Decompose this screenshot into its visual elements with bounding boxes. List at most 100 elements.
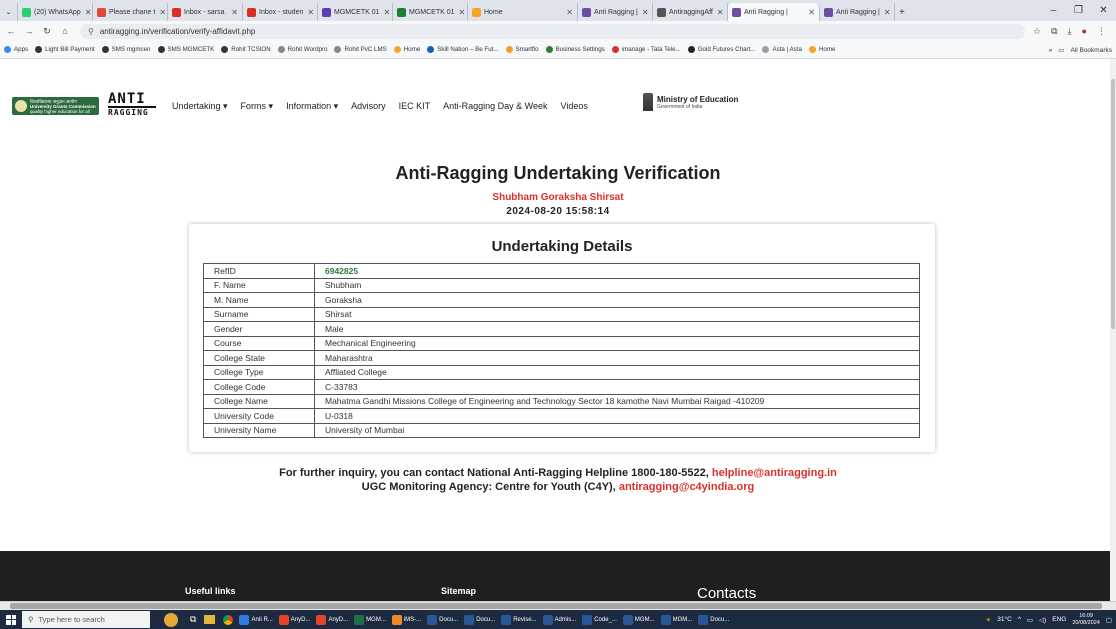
browser-tab[interactable]: Home ✕: [468, 3, 578, 21]
weather-icon[interactable]: ☀: [985, 616, 991, 624]
profile-icon[interactable]: ●: [1082, 26, 1087, 37]
maximize-icon[interactable]: ❐: [1066, 5, 1091, 16]
ugc-logo[interactable]: विश्वविद्यालय अनुदान आयोग University Gra…: [12, 97, 99, 115]
bookmark-item[interactable]: Rohit PvC LMS: [334, 46, 387, 53]
extensions-icon[interactable]: ⧉: [1051, 26, 1057, 37]
tab-search-button[interactable]: ⌄: [0, 3, 18, 21]
taskbar-app-label: Docu...: [710, 616, 730, 623]
bookmark-item[interactable]: Smartflo: [505, 46, 539, 53]
taskbar-app[interactable]: MGM...: [622, 614, 655, 625]
close-tab-icon[interactable]: ✕: [303, 8, 314, 17]
browser-tab[interactable]: Anti Ragging | ✕: [578, 3, 653, 21]
bookmark-item[interactable]: Skill Nation – Be Fut...: [427, 46, 499, 53]
taskbar-app[interactable]: AnyD...: [278, 614, 310, 625]
tray-chevron-icon[interactable]: ^: [1018, 616, 1021, 623]
taskbar-app[interactable]: MGM...: [354, 614, 386, 625]
horizontal-scrollbar[interactable]: [0, 601, 1116, 610]
taskbar-search-input[interactable]: ⚲ Type here to search: [22, 611, 150, 628]
ministry-of-education-logo[interactable]: Ministry of Education Government of Indi…: [643, 93, 738, 111]
taskbar-app[interactable]: Docu...: [464, 614, 495, 625]
menu-icon[interactable]: ⋮: [1097, 26, 1106, 37]
bookmark-item[interactable]: Apps: [4, 46, 28, 53]
close-tab-icon[interactable]: ✕: [81, 8, 92, 17]
site-info-icon[interactable]: ⚲: [88, 27, 94, 36]
taskbar-app[interactable]: Docu...: [427, 614, 458, 625]
bookmark-item[interactable]: Rohit TCSION: [221, 46, 271, 53]
nav-item[interactable]: Forms ▾: [241, 101, 274, 112]
close-tab-icon[interactable]: ✕: [380, 8, 391, 17]
reload-icon[interactable]: ↻: [40, 26, 54, 37]
close-tab-icon[interactable]: ✕: [880, 8, 891, 17]
nav-item[interactable]: Advisory: [351, 101, 386, 112]
close-tab-icon[interactable]: ✕: [804, 8, 815, 17]
taskbar-app[interactable]: Docu...: [698, 614, 730, 625]
taskbar-app[interactable]: Anti R...: [239, 614, 273, 625]
clock[interactable]: 16:09 20/08/2024: [1072, 613, 1100, 627]
browser-tab[interactable]: Inbox - sarsa ✕: [168, 3, 243, 21]
download-icon[interactable]: ⤓: [1068, 26, 1072, 37]
task-view-icon[interactable]: ⧉: [190, 614, 196, 625]
back-icon[interactable]: ←: [4, 26, 18, 36]
close-tab-icon[interactable]: ✕: [227, 8, 238, 17]
agency-email-link[interactable]: antiragging@c4yindia.org: [619, 481, 754, 493]
chrome-icon[interactable]: [223, 614, 234, 625]
bookmark-item[interactable]: Home: [808, 46, 835, 53]
nav-item[interactable]: Anti-Ragging Day & Week: [443, 101, 547, 112]
browser-tab[interactable]: Inbox - studen ✕: [243, 3, 318, 21]
close-tab-icon[interactable]: ✕: [455, 8, 466, 17]
browser-tab[interactable]: Please chane t ✕: [93, 3, 168, 21]
taskbar-app-label: Admis...: [554, 616, 577, 623]
url-input[interactable]: ⚲ antiragging.in/verification/verify-aff…: [80, 23, 1025, 39]
close-tab-icon[interactable]: ✕: [713, 8, 724, 17]
browser-tab[interactable]: Anti Ragging | ✕: [728, 3, 820, 21]
taskbar-app[interactable]: Admis...: [542, 614, 577, 625]
new-tab-button[interactable]: +: [895, 3, 909, 21]
nav-item[interactable]: Undertaking ▾: [172, 101, 228, 112]
taskbar-app[interactable]: Revise...: [501, 614, 537, 625]
browser-tab[interactable]: Anti Ragging | ✕: [820, 3, 895, 21]
minimize-icon[interactable]: –: [1041, 5, 1066, 16]
helpline-email-link[interactable]: helpline@antiragging.in: [712, 467, 837, 479]
browser-tab[interactable]: MGMCETK 01 ✕: [318, 3, 393, 21]
browser-tab[interactable]: AntiraggingAff ✕: [653, 3, 728, 21]
weather-temp[interactable]: 31°C: [997, 616, 1012, 623]
volume-icon[interactable]: ◁): [1039, 616, 1046, 624]
notifications-icon[interactable]: ▢: [1106, 616, 1112, 624]
bookmark-item[interactable]: SMS mgmcen: [101, 46, 151, 53]
forward-icon[interactable]: →: [22, 26, 36, 36]
taskbar-app[interactable]: AnyD...: [316, 614, 348, 625]
taskbar-app[interactable]: MGM...: [660, 614, 692, 625]
row-key: College State: [203, 350, 315, 366]
close-tab-icon[interactable]: ✕: [638, 8, 649, 17]
bookmark-item[interactable]: Home: [393, 46, 420, 53]
scrollbar-thumb[interactable]: [10, 603, 1102, 609]
all-bookmarks-link[interactable]: All Bookmarks: [1070, 47, 1112, 54]
start-button[interactable]: [0, 614, 22, 625]
network-icon[interactable]: ▭: [1027, 616, 1033, 624]
language-indicator[interactable]: ENG: [1052, 616, 1066, 623]
bookmark-item[interactable]: imanage - Tata Tele...: [611, 46, 681, 53]
bookmark-item[interactable]: SMS MGMCETK: [157, 46, 214, 53]
cortana-icon[interactable]: [164, 612, 178, 627]
taskbar-app[interactable]: iMS-...: [391, 614, 421, 625]
vertical-scrollbar[interactable]: [1110, 59, 1116, 601]
close-icon[interactable]: ✕: [1091, 5, 1116, 16]
file-explorer-icon[interactable]: [204, 615, 216, 624]
anti-ragging-logo[interactable]: ANTI RAGGING: [108, 92, 156, 120]
close-tab-icon[interactable]: ✕: [562, 8, 573, 17]
home-icon[interactable]: ⌂: [58, 26, 72, 36]
star-icon[interactable]: ☆: [1033, 26, 1041, 37]
browser-tab[interactable]: (20) WhatsApp ✕: [18, 3, 93, 21]
bookmark-item[interactable]: Light Bill Payment: [35, 46, 95, 53]
more-bookmarks-icon[interactable]: »: [1049, 47, 1053, 54]
bookmark-item[interactable]: Business Settings: [545, 46, 605, 53]
nav-item[interactable]: IEC KIT: [399, 101, 431, 112]
nav-item[interactable]: Information ▾: [286, 101, 338, 112]
nav-item[interactable]: Videos: [561, 101, 588, 112]
browser-tab[interactable]: MGMCETK 01 ✕: [393, 3, 468, 21]
close-tab-icon[interactable]: ✕: [155, 8, 166, 17]
bookmark-item[interactable]: Gold Futures Chart...: [687, 46, 755, 53]
taskbar-app[interactable]: Code_...: [582, 614, 617, 625]
bookmark-item[interactable]: Rohit Wordpro: [277, 46, 327, 53]
bookmark-item[interactable]: Asta | Asta: [762, 46, 802, 53]
